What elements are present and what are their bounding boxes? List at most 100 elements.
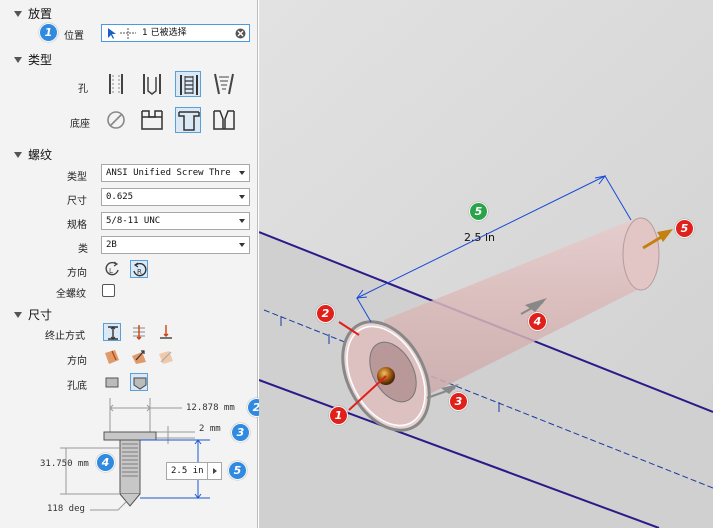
chevron-right-icon <box>213 468 217 474</box>
chevron-down-icon <box>239 219 245 223</box>
simple-hole-icon <box>109 74 123 94</box>
none-icon <box>107 111 125 129</box>
thread-type-value: ANSI Unified Screw Thre <box>106 168 231 178</box>
hole-properties-panel: 放置 1 位置 1 已被选择 类型 孔 底座 螺纹 类型 ANSI Unifie… <box>0 0 266 528</box>
thread-size-dropdown[interactable]: 0.625 <box>101 188 250 206</box>
seat-none-button[interactable] <box>103 107 129 133</box>
chevron-down-icon <box>239 195 245 199</box>
angle-bottom-icon <box>133 377 147 390</box>
tapped-hole-button[interactable] <box>175 71 201 97</box>
thread-direction-label: 方向 <box>67 268 87 279</box>
section-placement-title: 放置 <box>28 7 53 21</box>
thread-class-dropdown[interactable]: 2B <box>101 236 250 254</box>
through-all-icon <box>133 325 145 340</box>
section-type-title: 类型 <box>28 53 53 67</box>
length-dimension-label[interactable]: 2.5 in <box>464 231 495 244</box>
counterbore-depth-dimension[interactable]: 2 mm <box>199 424 221 434</box>
badge-3-left: 3 <box>231 423 250 442</box>
thread-class-label: 类 <box>78 244 88 255</box>
symmetric-direction-icon <box>159 351 173 364</box>
to-face-button[interactable] <box>157 323 175 341</box>
svg-text:L: L <box>109 267 113 275</box>
counterbore-icon <box>141 110 163 130</box>
right-hand-button[interactable]: R <box>130 260 148 278</box>
symmetric-direction-button[interactable] <box>157 348 175 366</box>
thread-depth-dimension[interactable]: 31.750 mm <box>40 459 89 469</box>
right-hand-thread-icon: R <box>133 262 147 277</box>
collapse-icon <box>14 10 22 17</box>
angle-bottom-button[interactable] <box>130 373 148 391</box>
thread-designation-value: 5/8-11 UNC <box>106 216 161 226</box>
section-placement-header[interactable]: 放置 <box>14 5 52 22</box>
badge-5-left: 5 <box>228 461 247 480</box>
3d-viewport[interactable]: 2.5 in 5 2 1 3 4 5 <box>259 0 713 528</box>
thread-designation-label: 规格 <box>67 220 87 231</box>
flip-direction-button[interactable] <box>130 348 148 366</box>
section-type-header[interactable]: 类型 <box>14 51 52 68</box>
collapse-icon <box>14 56 22 63</box>
distance-icon <box>108 326 118 340</box>
to-face-icon <box>160 325 172 339</box>
counterbore-button[interactable] <box>139 107 165 133</box>
termination-label: 终止方式 <box>45 331 85 342</box>
chevron-down-icon <box>239 243 245 247</box>
badge-5-green: 5 <box>469 202 488 221</box>
clear-icon[interactable] <box>235 28 246 39</box>
flat-bottom-button[interactable] <box>103 373 121 391</box>
full-thread-label: 全螺纹 <box>56 289 86 300</box>
countersink-button[interactable] <box>211 107 237 133</box>
collapse-icon <box>14 311 22 318</box>
section-thread-title: 螺纹 <box>28 148 53 162</box>
section-dimensions-title: 尺寸 <box>28 308 53 322</box>
hole-bottom-label: 孔底 <box>67 381 87 392</box>
svg-text:R: R <box>137 268 142 276</box>
badge-1-red: 1 <box>329 406 348 425</box>
thread-size-label: 尺寸 <box>67 196 87 207</box>
seat-label: 底座 <box>70 119 90 130</box>
badge-5-red: 5 <box>675 219 694 238</box>
full-thread-checkbox[interactable] <box>102 284 115 297</box>
hole-depth-value: 2.5 in <box>171 466 204 476</box>
hole-label: 孔 <box>78 84 88 95</box>
taper-tapped-hole-button[interactable] <box>211 71 237 97</box>
thread-type-label: 类型 <box>67 172 87 183</box>
model-graphics <box>259 0 713 528</box>
flip-direction-icon <box>132 350 146 364</box>
badge-4-left: 4 <box>96 453 115 472</box>
clearance-hole-button[interactable] <box>139 71 165 97</box>
through-all-button[interactable] <box>130 323 148 341</box>
spotface-button[interactable] <box>175 107 201 133</box>
tip-angle-dimension[interactable]: 118 deg <box>47 504 85 514</box>
select-cursor-icon <box>108 28 136 39</box>
thread-size-value: 0.625 <box>106 192 134 202</box>
chevron-down-icon <box>239 171 245 175</box>
badge-2-red: 2 <box>316 304 335 323</box>
simple-hole-button[interactable] <box>103 71 129 97</box>
depth-menu-button[interactable] <box>207 463 221 479</box>
left-hand-button[interactable]: L <box>103 260 121 278</box>
clearance-hole-icon <box>143 74 161 95</box>
left-hand-thread-icon: L <box>105 261 119 276</box>
position-selector[interactable]: 1 已被选择 <box>101 24 250 42</box>
tapped-hole-icon <box>180 75 198 95</box>
badge-4-red: 4 <box>528 312 547 331</box>
thread-class-value: 2B <box>106 240 117 250</box>
position-value: 1 已被选择 <box>142 28 187 38</box>
distance-termination-button[interactable] <box>103 323 121 341</box>
countersink-icon <box>213 110 235 130</box>
taper-tapped-hole-icon <box>214 73 234 95</box>
thread-designation-dropdown[interactable]: 5/8-11 UNC <box>101 212 250 230</box>
default-direction-button[interactable] <box>103 348 121 366</box>
section-thread-header[interactable]: 螺纹 <box>14 146 52 163</box>
badge-3-red: 3 <box>449 392 468 411</box>
collapse-icon <box>14 151 22 158</box>
diameter-dimension[interactable]: 12.878 mm <box>186 403 235 413</box>
badge-1-left: 1 <box>39 23 58 42</box>
spotface-icon <box>178 111 200 131</box>
hole-depth-input[interactable]: 2.5 in <box>166 462 222 480</box>
default-direction-icon <box>105 350 119 364</box>
flat-bottom-icon <box>105 377 119 388</box>
thread-type-dropdown[interactable]: ANSI Unified Screw Thre <box>101 164 250 182</box>
dim-direction-label: 方向 <box>67 356 87 367</box>
section-dimensions-header[interactable]: 尺寸 <box>14 306 52 323</box>
